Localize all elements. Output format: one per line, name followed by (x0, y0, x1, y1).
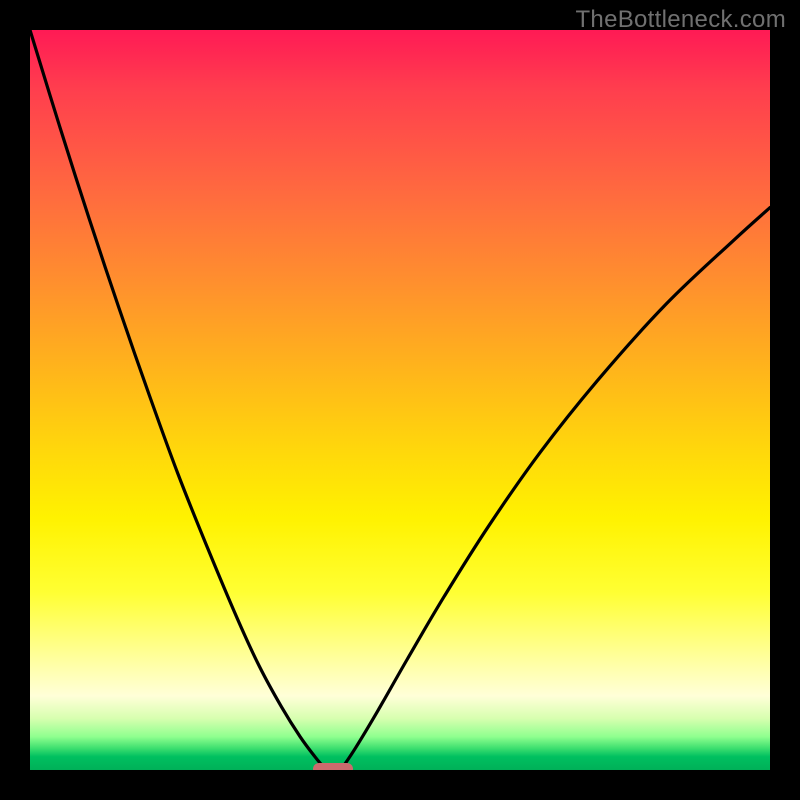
curves-svg (30, 30, 770, 770)
left-curve-path (30, 30, 326, 770)
plot-area (30, 30, 770, 770)
chart-frame: TheBottleneck.com (0, 0, 800, 800)
right-curve-path (341, 208, 770, 770)
bottleneck-marker (313, 763, 353, 770)
